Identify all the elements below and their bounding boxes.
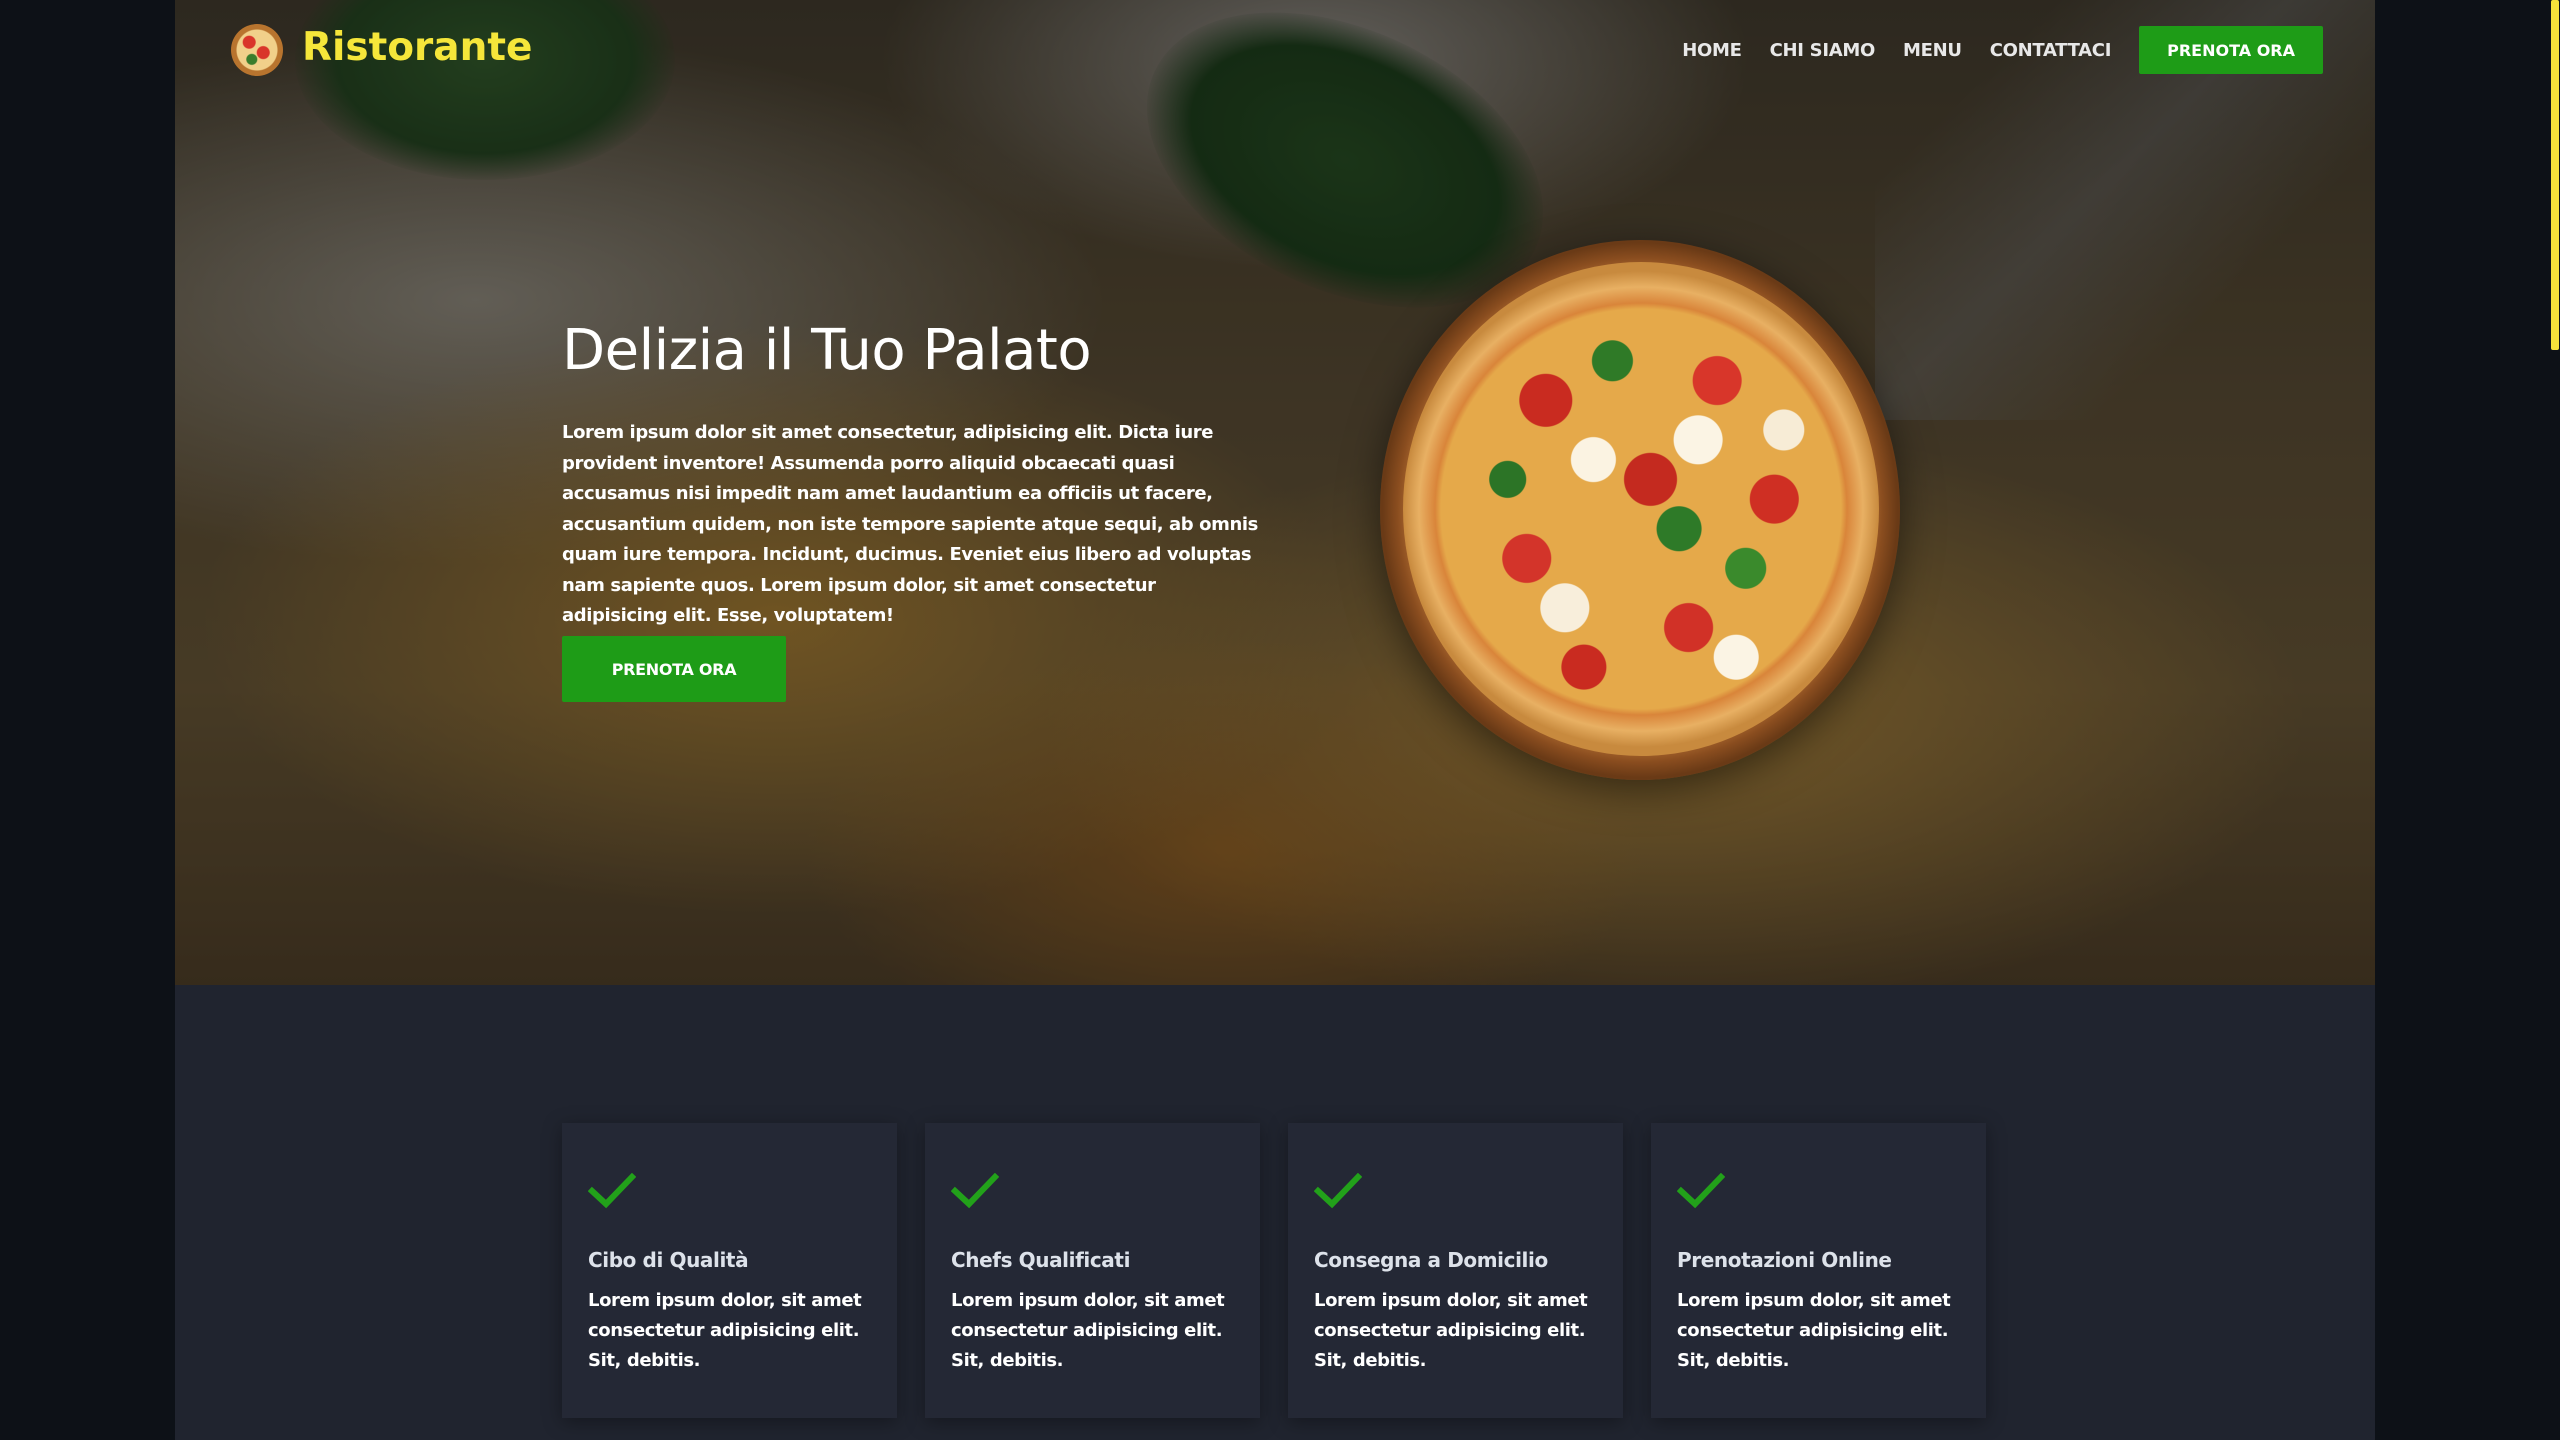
feature-card: Consegna a Domicilio Lorem ipsum dolor, … [1288, 1123, 1623, 1418]
feature-title: Chefs Qualificati [951, 1248, 1131, 1272]
feature-card: Chefs Qualificati Lorem ipsum dolor, sit… [925, 1123, 1260, 1418]
pizza-icon[interactable] [231, 24, 283, 76]
brand-name[interactable]: Ristorante [302, 20, 532, 76]
page: Ristorante HOME CHI SIAMO MENU CONTATTAC… [175, 0, 2375, 1440]
feature-text: Lorem ipsum dolor, sit amet consectetur … [588, 1290, 862, 1371]
nav-book-button[interactable]: PRENOTA ORA [2139, 26, 2323, 74]
hero-overlay [175, 0, 2375, 985]
feature-card: Prenotazioni Online Lorem ipsum dolor, s… [1651, 1123, 1986, 1418]
nav-item-contattaci[interactable]: CONTATTACI [1990, 40, 2112, 61]
feature-title: Prenotazioni Online [1677, 1248, 1892, 1272]
pizza-image [1403, 262, 1879, 756]
nav-menu: HOME CHI SIAMO MENU CONTATTACI PRENOTA O… [1682, 26, 2323, 74]
features-section: Cibo di Qualità Lorem ipsum dolor, sit a… [562, 1123, 2167, 1423]
check-icon [1314, 1173, 1362, 1209]
hero-title: Delizia il Tuo Palato [562, 318, 1092, 383]
feature-card: Cibo di Qualità Lorem ipsum dolor, sit a… [562, 1123, 897, 1418]
check-icon [1677, 1173, 1725, 1209]
feature-text: Lorem ipsum dolor, sit amet consectetur … [1314, 1290, 1588, 1371]
hero-book-button[interactable]: PRENOTA ORA [562, 636, 786, 702]
check-icon [951, 1173, 999, 1209]
nav-item-menu[interactable]: MENU [1903, 40, 1962, 61]
hero-section: Ristorante HOME CHI SIAMO MENU CONTATTAC… [175, 0, 2375, 985]
check-icon [588, 1173, 636, 1209]
hero-description: Lorem ipsum dolor sit amet consectetur, … [562, 422, 1258, 626]
feature-text: Lorem ipsum dolor, sit amet consectetur … [1677, 1290, 1951, 1371]
feature-title: Consegna a Domicilio [1314, 1248, 1548, 1272]
nav-item-home[interactable]: HOME [1682, 40, 1742, 61]
nav-item-chi-siamo[interactable]: CHI SIAMO [1770, 40, 1876, 61]
scrollbar-thumb[interactable] [2551, 0, 2559, 350]
feature-text: Lorem ipsum dolor, sit amet consectetur … [951, 1290, 1225, 1371]
feature-title: Cibo di Qualità [588, 1248, 749, 1272]
